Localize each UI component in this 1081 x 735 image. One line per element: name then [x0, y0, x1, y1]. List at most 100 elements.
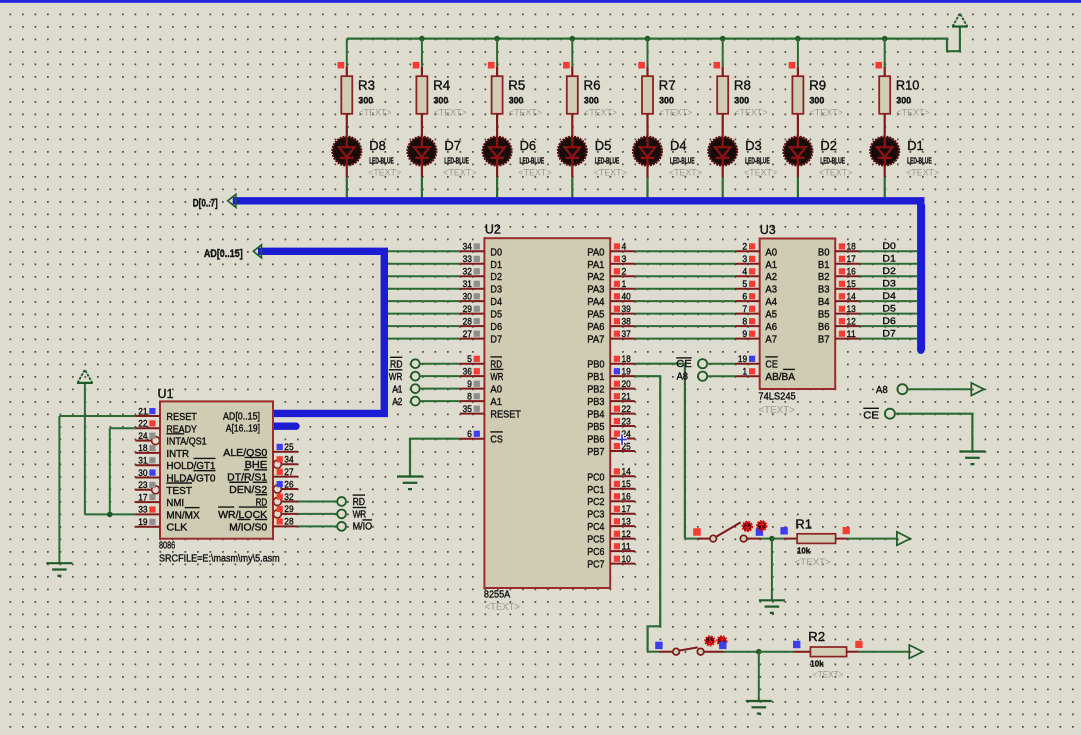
svg-text:15: 15	[622, 478, 631, 489]
svg-text:4: 4	[742, 266, 747, 277]
svg-text:B2: B2	[818, 272, 830, 283]
svg-text:PA2: PA2	[587, 272, 604, 283]
svg-text:D0: D0	[882, 241, 895, 252]
svg-text:<TEXT>: <TEXT>	[434, 107, 467, 118]
svg-text:26: 26	[284, 478, 293, 489]
svg-text:TEST: TEST	[166, 486, 192, 497]
svg-text:25: 25	[284, 441, 293, 452]
svg-text:11: 11	[622, 540, 631, 551]
svg-text:U3: U3	[760, 223, 776, 237]
svg-text:PA7: PA7	[587, 335, 604, 346]
svg-text:B7: B7	[818, 335, 830, 346]
svg-text:D7: D7	[882, 328, 895, 339]
svg-text:CLK: CLK	[166, 523, 187, 534]
svg-text:D8: D8	[369, 138, 386, 153]
svg-text:33: 33	[138, 504, 147, 515]
svg-text:17: 17	[138, 491, 147, 502]
svg-text:RESET: RESET	[490, 410, 521, 421]
svg-text:20: 20	[622, 378, 631, 389]
svg-text:B0: B0	[818, 247, 830, 258]
svg-text:NMI: NMI	[166, 498, 184, 509]
svg-text:17: 17	[847, 253, 856, 264]
svg-text:8: 8	[467, 390, 472, 401]
svg-text:17: 17	[622, 503, 631, 514]
svg-text:19: 19	[738, 353, 747, 364]
svg-text:32: 32	[284, 491, 293, 502]
svg-text:R6: R6	[584, 77, 601, 92]
svg-text:<TEXT>: <TEXT>	[509, 107, 542, 118]
svg-text:34: 34	[463, 241, 472, 252]
svg-text:LED-BLUE: LED-BLUE	[907, 156, 932, 165]
svg-text:19: 19	[138, 516, 147, 527]
svg-text:D3: D3	[490, 285, 502, 296]
svg-text:33: 33	[463, 253, 472, 264]
svg-text:18: 18	[622, 353, 631, 364]
svg-text:9: 9	[467, 378, 472, 389]
svg-text:<TEXT>: <TEXT>	[819, 167, 852, 178]
svg-text:B4: B4	[818, 297, 830, 308]
svg-text:A1: A1	[765, 260, 777, 271]
svg-text:R7: R7	[659, 77, 676, 92]
svg-text:30: 30	[463, 290, 472, 301]
svg-text:27: 27	[463, 328, 472, 339]
svg-text:<TEXT>: <TEXT>	[669, 167, 702, 178]
svg-text:300: 300	[810, 96, 825, 107]
svg-text:22: 22	[138, 418, 147, 429]
svg-text:D4: D4	[670, 138, 687, 153]
svg-text:29: 29	[284, 503, 293, 514]
svg-text:6: 6	[467, 428, 472, 439]
svg-text:PC0: PC0	[587, 472, 605, 483]
svg-text:RD: RD	[353, 497, 365, 508]
svg-text:D6: D6	[520, 138, 537, 153]
svg-text:D0: D0	[490, 247, 502, 258]
svg-text:A2: A2	[392, 397, 402, 408]
svg-text:<TEXT>: <TEXT>	[897, 107, 930, 118]
svg-text:CE: CE	[863, 410, 879, 421]
svg-text:22: 22	[622, 403, 631, 414]
svg-text:WR: WR	[490, 372, 503, 383]
svg-text:A0: A0	[490, 385, 502, 396]
svg-text:D1: D1	[907, 138, 924, 153]
svg-text:AD[0..15]: AD[0..15]	[223, 411, 260, 422]
svg-text:13: 13	[622, 515, 631, 526]
svg-text:12: 12	[622, 528, 631, 539]
svg-text:9: 9	[742, 328, 747, 339]
svg-text:21: 21	[622, 390, 631, 401]
svg-text:D3: D3	[745, 138, 762, 153]
svg-text:PB3: PB3	[587, 397, 605, 408]
svg-text:35: 35	[463, 403, 472, 414]
svg-text:300: 300	[509, 96, 524, 107]
svg-text:300: 300	[734, 96, 749, 107]
svg-text:1: 1	[742, 366, 747, 377]
svg-text:PB6: PB6	[587, 435, 605, 446]
svg-text:D4: D4	[490, 297, 502, 308]
svg-text:A2: A2	[765, 272, 777, 283]
svg-text:D[0..7]: D[0..7]	[193, 197, 218, 209]
svg-text:A8: A8	[876, 385, 888, 396]
svg-text:6: 6	[742, 290, 747, 301]
svg-text:<TEXT>: <TEXT>	[906, 167, 939, 178]
svg-text:PC7: PC7	[587, 560, 604, 571]
svg-text:300: 300	[358, 96, 373, 107]
svg-text:PB4: PB4	[587, 410, 605, 421]
svg-text:PA0: PA0	[587, 247, 605, 258]
svg-text:R8: R8	[734, 77, 751, 92]
svg-text:LED-BLUE: LED-BLUE	[595, 156, 620, 165]
svg-text:A6: A6	[765, 322, 777, 333]
svg-text:LED-BLUE: LED-BLUE	[820, 156, 845, 165]
svg-text:LED-BLUE: LED-BLUE	[670, 156, 695, 165]
svg-text:R4: R4	[433, 77, 450, 92]
svg-text:30: 30	[138, 467, 147, 478]
svg-text:D5: D5	[595, 138, 612, 153]
svg-text:LED-BLUE: LED-BLUE	[369, 156, 394, 165]
svg-text:18: 18	[138, 442, 147, 453]
svg-text:8: 8	[742, 315, 747, 326]
svg-text:32: 32	[463, 266, 472, 277]
svg-text:5: 5	[742, 278, 747, 289]
svg-text:21: 21	[138, 405, 147, 416]
svg-text:38: 38	[622, 315, 631, 326]
svg-text:<TEXT>: <TEXT>	[443, 167, 476, 178]
svg-text:A1: A1	[490, 397, 502, 408]
svg-text:31: 31	[138, 455, 147, 466]
svg-text:<TEXT>: <TEXT>	[735, 107, 768, 118]
